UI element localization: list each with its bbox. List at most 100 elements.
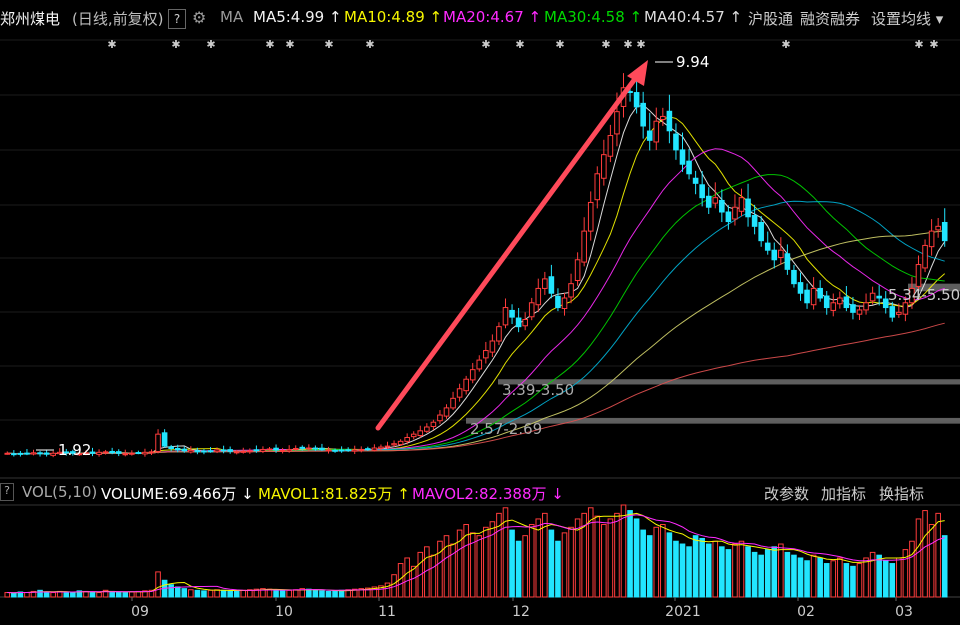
candle-body [863, 302, 869, 311]
x-tick-label: 09 [131, 604, 149, 620]
candle-body [568, 283, 574, 298]
candle-body [240, 450, 247, 453]
volume-bar [240, 589, 247, 598]
candle-body [351, 449, 358, 452]
event-marker-icon: ✱ [555, 38, 564, 51]
candle-body [784, 253, 791, 270]
mavol2-value: MAVOL2:82.388万 ↓ [412, 485, 564, 503]
candle-body [50, 452, 56, 456]
candle-body [542, 278, 548, 289]
volume-bar [758, 554, 764, 598]
candle-body [496, 326, 502, 342]
volume-bar [332, 590, 338, 598]
candle-body [469, 369, 476, 381]
candle-body [712, 197, 719, 204]
volume-bar [489, 521, 496, 598]
candle-body [935, 225, 941, 231]
zone-label-1: 5.34-5.50 [888, 286, 960, 304]
candle-body [233, 451, 240, 454]
volume-bar [601, 524, 607, 598]
candle-body [483, 350, 489, 359]
volume-bar [705, 543, 712, 598]
volume-bar [941, 535, 948, 598]
candle-body [384, 445, 391, 448]
volume-bar [214, 589, 220, 598]
candle-body [594, 173, 601, 201]
candle-body [751, 214, 758, 227]
candle-body [502, 307, 509, 326]
candle-body [142, 451, 148, 455]
candle-body [292, 448, 299, 450]
change-params-button[interactable]: 改参数 [764, 483, 809, 504]
volume-bar [306, 588, 312, 598]
volume-bar [89, 591, 96, 598]
candle-body [509, 309, 515, 318]
grid-lines [0, 39, 960, 598]
volume-bar [70, 592, 76, 598]
volume-bar [535, 518, 542, 598]
volume-bar [876, 554, 882, 598]
candle-body [194, 450, 201, 453]
candlesticks [4, 73, 948, 458]
moving-average-lines [7, 104, 946, 455]
candle-body [771, 249, 778, 261]
candle-body [24, 452, 30, 455]
volume-bar [443, 535, 450, 598]
candle-body [607, 135, 614, 157]
volume-bar [292, 589, 299, 598]
zone-label-3: 2.57-2.69 [470, 420, 542, 438]
candle-body [869, 292, 876, 302]
volume-bar [712, 540, 719, 598]
candle-body [673, 133, 679, 151]
volume-bar [312, 589, 319, 598]
candle-body [155, 433, 161, 452]
volume-bar [194, 589, 201, 598]
candle-body [188, 449, 194, 453]
vol-indicator-label[interactable]: VOL(5,10) [22, 483, 97, 501]
volume-bar [430, 554, 437, 598]
volume-bar [640, 529, 646, 598]
volume-help-button[interactable]: ? [0, 483, 14, 501]
candle-body [837, 297, 843, 305]
volume-bar [607, 518, 614, 598]
volume-bar [653, 526, 660, 598]
price-chart[interactable]: ✱ ✱ ✱ ✱ ✱ ✱ ✱ ✱ ✱ ✱ ✱ ✱ ✱ ✱ ✱ ✱ 9.94 1.92 5.34-5.50 3.3… [0, 0, 960, 625]
candle-body [161, 432, 168, 447]
add-indicator-button[interactable]: 加指标 [821, 483, 866, 504]
volume-bar [410, 565, 417, 598]
volume-bar [646, 535, 653, 598]
candle-body [181, 448, 188, 452]
volume-bar [804, 560, 810, 598]
candle-body [535, 287, 542, 306]
volume-bar [4, 592, 11, 598]
candle-body [587, 201, 594, 232]
switch-indicator-button[interactable]: 换指标 [879, 483, 924, 504]
event-marker-icon: ✱ [636, 38, 645, 51]
candle-body [679, 149, 686, 165]
candle-body [515, 317, 522, 328]
candle-body [915, 264, 922, 287]
volume-bar [738, 540, 745, 598]
event-marker-icon: ✱ [265, 38, 274, 51]
volume-bar [181, 588, 188, 598]
x-axis: 09 10 11 12 2021 02 03 [131, 597, 913, 620]
volume-bar [673, 540, 679, 598]
candle-body [11, 453, 17, 456]
volume-bar [437, 540, 443, 598]
candle-body [227, 449, 233, 452]
candle-body [286, 448, 292, 452]
candle-body [430, 421, 437, 428]
candle-body [928, 230, 935, 248]
candle-body [135, 452, 142, 455]
volume-bar [384, 582, 391, 598]
candle-body [214, 449, 220, 453]
volume-bar [686, 546, 692, 598]
ma10-line [7, 116, 946, 455]
volume-bar [207, 589, 214, 598]
volume-bar [915, 518, 922, 598]
trend-arrow-shaft [375, 69, 643, 431]
volume-bar [797, 557, 804, 598]
volume-bar [63, 591, 70, 598]
ma30-line [7, 174, 945, 455]
candle-body [417, 430, 424, 437]
